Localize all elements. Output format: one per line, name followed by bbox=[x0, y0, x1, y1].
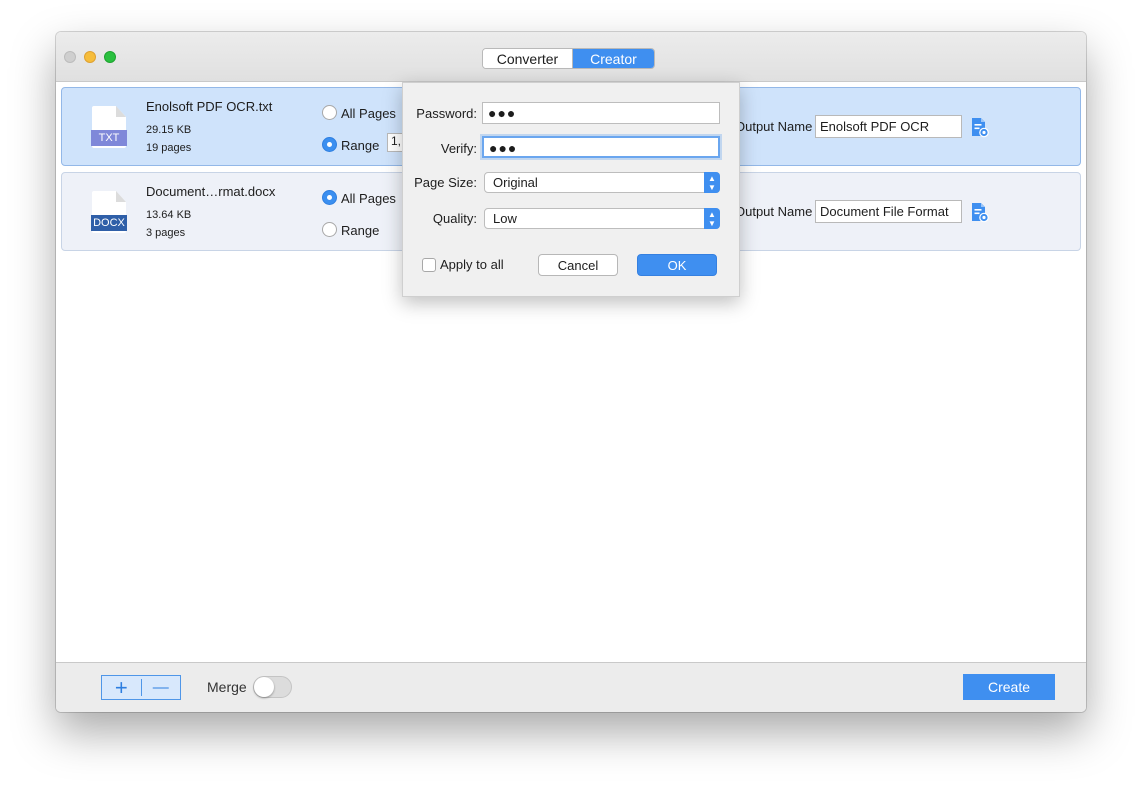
range-radio[interactable] bbox=[322, 222, 337, 237]
password-field[interactable]: ●●● bbox=[482, 102, 720, 124]
output-name-label: Output Name bbox=[735, 119, 813, 134]
remove-file-button[interactable]: — bbox=[142, 676, 181, 699]
quality-label: Quality: bbox=[432, 211, 477, 226]
stepper-arrows-icon: ▲ ▼ bbox=[704, 208, 720, 229]
file-settings-icon[interactable] bbox=[971, 202, 989, 223]
add-remove-control: + — bbox=[101, 675, 181, 700]
all-pages-radio[interactable] bbox=[322, 190, 337, 205]
output-name-field[interactable]: Enolsoft PDF OCR bbox=[815, 115, 962, 138]
security-settings-popover: Password: ●●● Verify: ●●● Page Size: Ori… bbox=[402, 82, 740, 297]
file-name: Document…rmat.docx bbox=[146, 184, 276, 199]
all-pages-radio[interactable] bbox=[322, 105, 337, 120]
tab-converter[interactable]: Converter bbox=[483, 49, 573, 68]
verify-label: Verify: bbox=[440, 141, 477, 156]
range-label: Range bbox=[341, 223, 380, 238]
create-button[interactable]: Create bbox=[963, 674, 1055, 700]
close-window-button[interactable] bbox=[64, 51, 76, 63]
apply-to-all-label: Apply to all bbox=[440, 257, 504, 272]
all-pages-label: All Pages bbox=[341, 106, 396, 121]
titlebar: Converter Creator bbox=[56, 32, 1086, 82]
file-page-count: 19 pages bbox=[146, 142, 192, 154]
file-docx-icon: DOCX bbox=[91, 191, 127, 233]
add-file-button[interactable]: + bbox=[102, 676, 141, 699]
stepper-arrows-icon: ▲ ▼ bbox=[704, 172, 720, 193]
output-name-label: Output Name bbox=[735, 204, 813, 219]
output-name-field[interactable]: Document File Format bbox=[815, 200, 962, 223]
page-size-select[interactable]: Original ▲ ▼ bbox=[484, 172, 720, 193]
ok-button[interactable]: OK bbox=[637, 254, 717, 276]
all-pages-label: All Pages bbox=[341, 191, 396, 206]
range-label: Range bbox=[341, 138, 380, 153]
bottom-toolbar: + — Merge Create bbox=[56, 662, 1086, 712]
apply-to-all-checkbox[interactable] bbox=[422, 258, 436, 272]
file-txt-icon: TXT bbox=[91, 106, 127, 148]
file-type-badge: DOCX bbox=[91, 215, 127, 231]
cancel-button[interactable]: Cancel bbox=[538, 254, 618, 276]
quality-value: Low bbox=[493, 211, 517, 226]
verify-field[interactable]: ●●● bbox=[482, 136, 720, 158]
range-radio[interactable] bbox=[322, 137, 337, 152]
merge-label: Merge bbox=[207, 679, 247, 695]
minimize-window-button[interactable] bbox=[84, 51, 96, 63]
mode-segmented-control: Converter Creator bbox=[482, 48, 655, 69]
password-label: Password: bbox=[416, 106, 477, 121]
page-size-label: Page Size: bbox=[414, 175, 477, 190]
quality-select[interactable]: Low ▲ ▼ bbox=[484, 208, 720, 229]
tab-creator[interactable]: Creator bbox=[572, 49, 654, 68]
file-size: 29.15 KB bbox=[146, 124, 192, 136]
file-page-count: 3 pages bbox=[146, 227, 186, 239]
page-size-value: Original bbox=[493, 175, 538, 190]
file-size: 13.64 KB bbox=[146, 209, 192, 221]
merge-toggle[interactable] bbox=[253, 676, 292, 698]
file-settings-icon[interactable] bbox=[971, 117, 989, 138]
toggle-knob bbox=[254, 677, 274, 697]
file-type-badge: TXT bbox=[91, 130, 127, 146]
file-name: Enolsoft PDF OCR.txt bbox=[146, 99, 273, 114]
zoom-window-button[interactable] bbox=[104, 51, 116, 63]
